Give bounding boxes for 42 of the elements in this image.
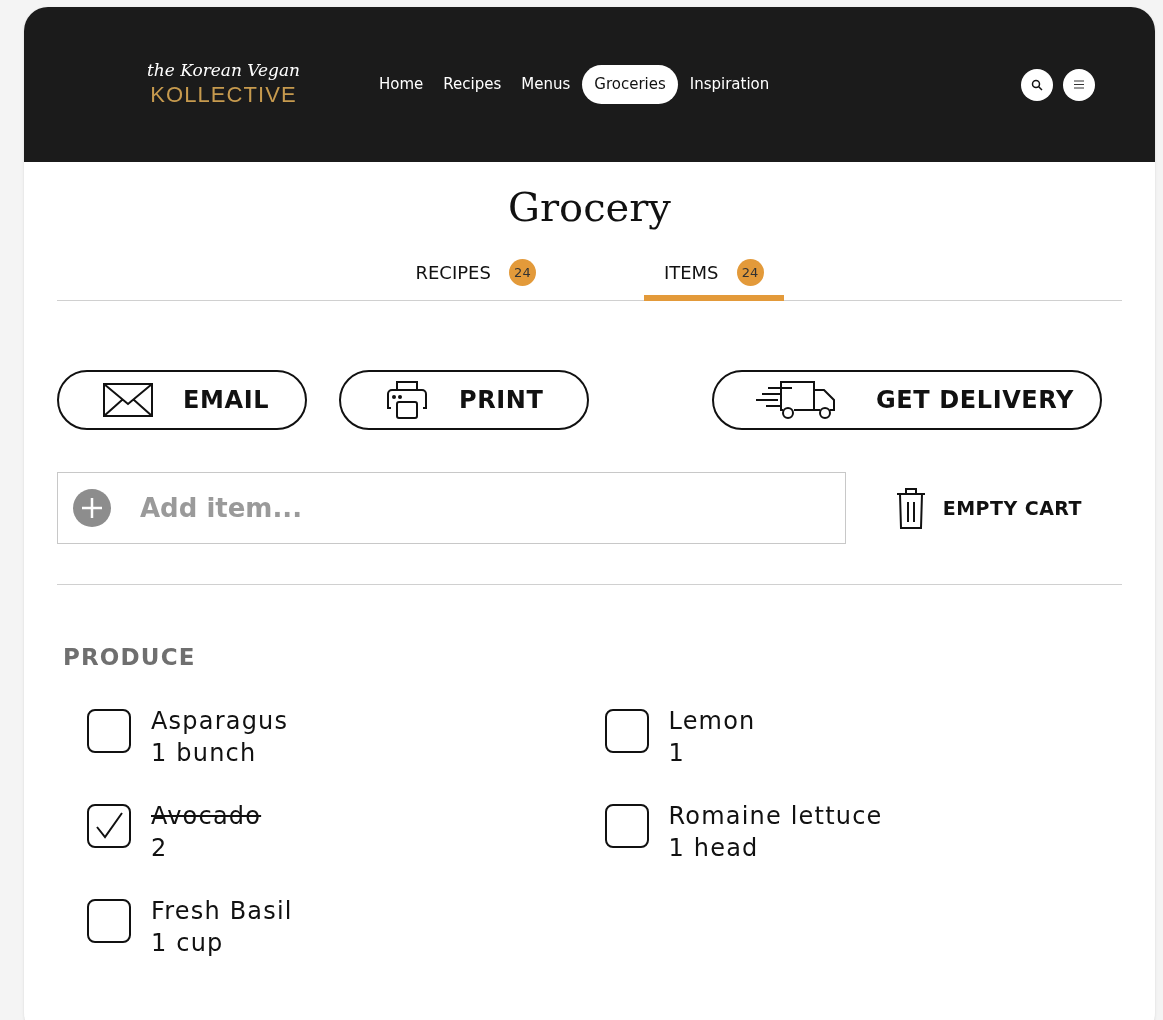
count-badge: 24 bbox=[736, 259, 764, 286]
menu-button[interactable] bbox=[1063, 68, 1095, 101]
checkmark-icon bbox=[94, 810, 124, 841]
nav-link[interactable]: Inspiration bbox=[681, 65, 778, 104]
nav-link[interactable]: Menus bbox=[513, 65, 579, 104]
search-icon bbox=[1031, 78, 1043, 91]
plus-icon bbox=[73, 489, 111, 527]
logo-script: the Korean Vegan bbox=[146, 60, 301, 82]
checkbox[interactable] bbox=[87, 708, 131, 753]
checkbox[interactable] bbox=[87, 898, 131, 943]
checkbox[interactable] bbox=[604, 803, 649, 848]
search-button[interactable] bbox=[1021, 68, 1053, 101]
get-delivery-button[interactable]: GET DELIVERY bbox=[712, 370, 1102, 430]
checkbox[interactable] bbox=[604, 708, 649, 753]
checkbox[interactable] bbox=[87, 803, 131, 848]
item-name: Lemon bbox=[668, 705, 756, 737]
menu-icon bbox=[1074, 80, 1084, 89]
delivery-truck-icon bbox=[756, 378, 838, 422]
add-item-field[interactable]: Add item... bbox=[57, 472, 846, 544]
tab[interactable]: RECIPES 24 bbox=[395, 250, 556, 301]
item-quantity: 1 bbox=[668, 737, 686, 769]
item-name: Asparagus bbox=[151, 705, 289, 737]
nav-link[interactable]: Recipes bbox=[435, 65, 510, 104]
email-button[interactable]: EMAIL bbox=[57, 370, 307, 430]
envelope-icon bbox=[103, 383, 153, 417]
item-name: Romaine lettuce bbox=[668, 800, 883, 832]
printer-icon bbox=[385, 380, 429, 420]
nav-link[interactable]: Groceries bbox=[582, 65, 678, 104]
item-quantity: 1 cup bbox=[151, 927, 225, 959]
logo-wordmark: KOLLECTIVE bbox=[150, 81, 297, 109]
tab[interactable]: ITEMS 24 bbox=[643, 250, 784, 301]
item-quantity: 1 bunch bbox=[151, 737, 258, 769]
item-name: Fresh Basil bbox=[151, 895, 293, 927]
section-heading: PRODUCE bbox=[63, 643, 197, 672]
page-title: Grocery bbox=[507, 183, 672, 232]
print-button[interactable]: PRINT bbox=[339, 370, 589, 430]
item-quantity: 2 bbox=[151, 832, 169, 864]
nav-link[interactable]: Home bbox=[371, 65, 432, 104]
empty-cart-button[interactable]: EMPTY CART bbox=[892, 486, 1082, 530]
item-quantity: 1 head bbox=[668, 832, 760, 864]
count-badge: 24 bbox=[508, 259, 536, 286]
item-name: Avocado bbox=[151, 800, 262, 832]
